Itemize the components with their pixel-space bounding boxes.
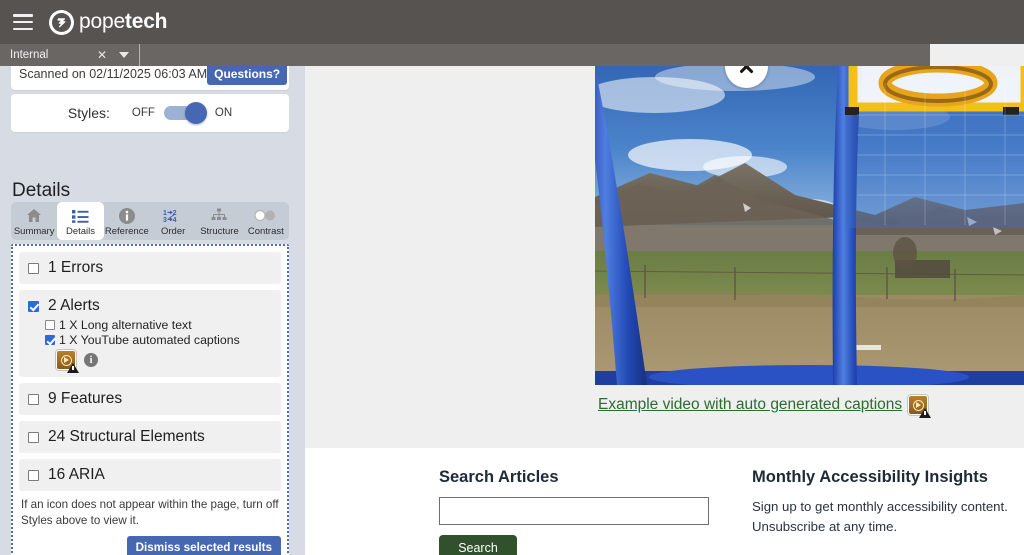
styles-hint-text: If an icon does not appear within the pa…	[21, 498, 279, 527]
list-icon	[71, 207, 89, 224]
tab-internal-label: Internal	[10, 49, 49, 61]
aria-label: 16 ARIA	[48, 466, 105, 483]
dismiss-button-row: Dismiss selected results	[19, 536, 281, 555]
tab-structure[interactable]: Structure	[196, 202, 242, 240]
page-content: Example video with auto generated captio…	[305, 44, 1024, 555]
alert-item-youtube-captions[interactable]: 1 X YouTube automated captions	[45, 333, 272, 347]
alerts-sublist: 1 X Long alternative text 1 X YouTube au…	[45, 318, 272, 347]
styles-toggle-card: Styles: OFF ON	[11, 94, 289, 132]
scan-timestamp: Scanned on 02/11/2025 06:03 AM	[19, 67, 208, 81]
aria-checkbox[interactable]	[28, 469, 39, 481]
errors-label: 1 Errors	[48, 259, 104, 276]
brand-light: pope	[79, 10, 125, 33]
svg-text:1: 1	[163, 210, 167, 217]
results-panel: 1 Errors 2 Alerts 1 X Long alternative t…	[11, 244, 289, 555]
brand-logo[interactable]: popetech	[49, 9, 168, 35]
search-articles-title: Search Articles	[439, 468, 559, 486]
tab-order-label: Order	[161, 226, 186, 237]
browser-tab-strip: Internal ✕	[0, 44, 930, 66]
result-group-features[interactable]: 9 Features	[19, 383, 281, 415]
structure-icon	[210, 207, 228, 224]
result-group-aria[interactable]: 16 ARIA	[19, 459, 281, 491]
tab-contrast[interactable]: Contrast	[243, 202, 289, 240]
video-thumbnail[interactable]	[595, 55, 1024, 385]
video-caption-link[interactable]: Example video with auto generated captio…	[598, 396, 902, 414]
result-group-structural-elements[interactable]: 24 Structural Elements	[19, 421, 281, 453]
chevron-down-icon[interactable]	[119, 52, 129, 58]
styles-on-label: ON	[214, 107, 233, 119]
tab-strip-filler	[930, 44, 1024, 66]
features-label: 9 Features	[48, 390, 123, 407]
styles-toggle[interactable]	[163, 102, 207, 124]
tab-summary-label: Summary	[13, 226, 55, 237]
questions-button[interactable]: Questions?	[207, 63, 288, 85]
structural-elements-checkbox[interactable]	[28, 431, 39, 443]
order-icon: 1 2 3 4	[163, 207, 183, 224]
tab-order[interactable]: 1 2 3 4 Order	[150, 202, 196, 240]
video-warning-badge-icon[interactable]	[56, 350, 79, 373]
tab-reference-label: Reference	[104, 226, 149, 237]
styles-label: Styles:	[67, 105, 110, 121]
newsletter-line-1: Sign up to get monthly accessibility con…	[752, 499, 1008, 514]
long-alt-text-checkbox[interactable]	[45, 320, 55, 330]
structural-elements-label: 24 Structural Elements	[48, 428, 205, 445]
dismiss-selected-results-button[interactable]: Dismiss selected results	[126, 536, 281, 555]
video-block: Example video with auto generated captio…	[595, 45, 1024, 449]
tab-details[interactable]: Details	[57, 202, 104, 240]
newsletter-line-2: Unsubscribe at any time.	[752, 518, 898, 534]
search-articles-column: Search Articles Search	[439, 468, 729, 555]
toggle-knob	[184, 102, 207, 124]
app-header: popetech	[0, 0, 1024, 44]
result-group-alerts[interactable]: 2 Alerts 1 X Long alternative text 1 X Y…	[19, 290, 281, 377]
caption-row: Example video with auto generated captio…	[598, 395, 932, 418]
close-icon[interactable]: ✕	[97, 49, 107, 61]
pope-tech-logo-icon	[49, 9, 74, 35]
video-warning-badge-icon[interactable]	[908, 395, 932, 418]
details-tab-bar: Summary Details Reference 1 2 3 4 Order …	[11, 202, 289, 240]
alert-badge-row: i	[56, 350, 272, 373]
search-button[interactable]: Search	[439, 535, 517, 555]
brand-text: popetech	[79, 10, 168, 34]
svg-text:3: 3	[163, 217, 167, 223]
alerts-label: 2 Alerts	[48, 297, 100, 314]
newsletter-column: Monthly Accessibility Insights Sign up t…	[752, 468, 1014, 555]
result-group-errors[interactable]: 1 Errors	[19, 252, 281, 284]
contrast-icon	[254, 207, 278, 224]
tab-structure-label: Structure	[200, 226, 239, 237]
features-checkbox[interactable]	[28, 393, 39, 405]
long-alt-text-label: 1 X Long alternative text	[59, 318, 192, 332]
youtube-captions-label: 1 X YouTube automated captions	[59, 333, 240, 347]
youtube-captions-checkbox[interactable]	[45, 335, 55, 345]
page-footer-columns: Search Articles Search Monthly Accessibi…	[305, 468, 1024, 555]
alerts-checkbox[interactable]	[28, 300, 39, 312]
tab-internal[interactable]: Internal ✕	[0, 44, 140, 66]
info-icon	[118, 207, 135, 224]
brand-bold: tech	[124, 10, 168, 33]
home-icon	[26, 207, 42, 224]
errors-checkbox[interactable]	[28, 262, 39, 274]
page-title: Details	[12, 180, 71, 201]
tab-summary[interactable]: Summary	[11, 202, 57, 240]
alert-item-long-alt-text[interactable]: 1 X Long alternative text	[45, 318, 272, 332]
svg-text:4: 4	[173, 217, 177, 223]
search-input[interactable]	[439, 497, 709, 525]
tab-contrast-label: Contrast	[247, 226, 284, 237]
newsletter-title: Monthly Accessibility Insights	[752, 468, 988, 486]
tab-reference[interactable]: Reference	[104, 202, 150, 240]
pope-tech-sidebar: Scanned on 02/11/2025 06:03 AM Questions…	[0, 44, 305, 555]
tab-details-label: Details	[65, 226, 96, 237]
hamburger-icon[interactable]	[13, 14, 33, 30]
info-icon[interactable]: i	[84, 353, 98, 367]
styles-off-label: OFF	[131, 107, 155, 119]
